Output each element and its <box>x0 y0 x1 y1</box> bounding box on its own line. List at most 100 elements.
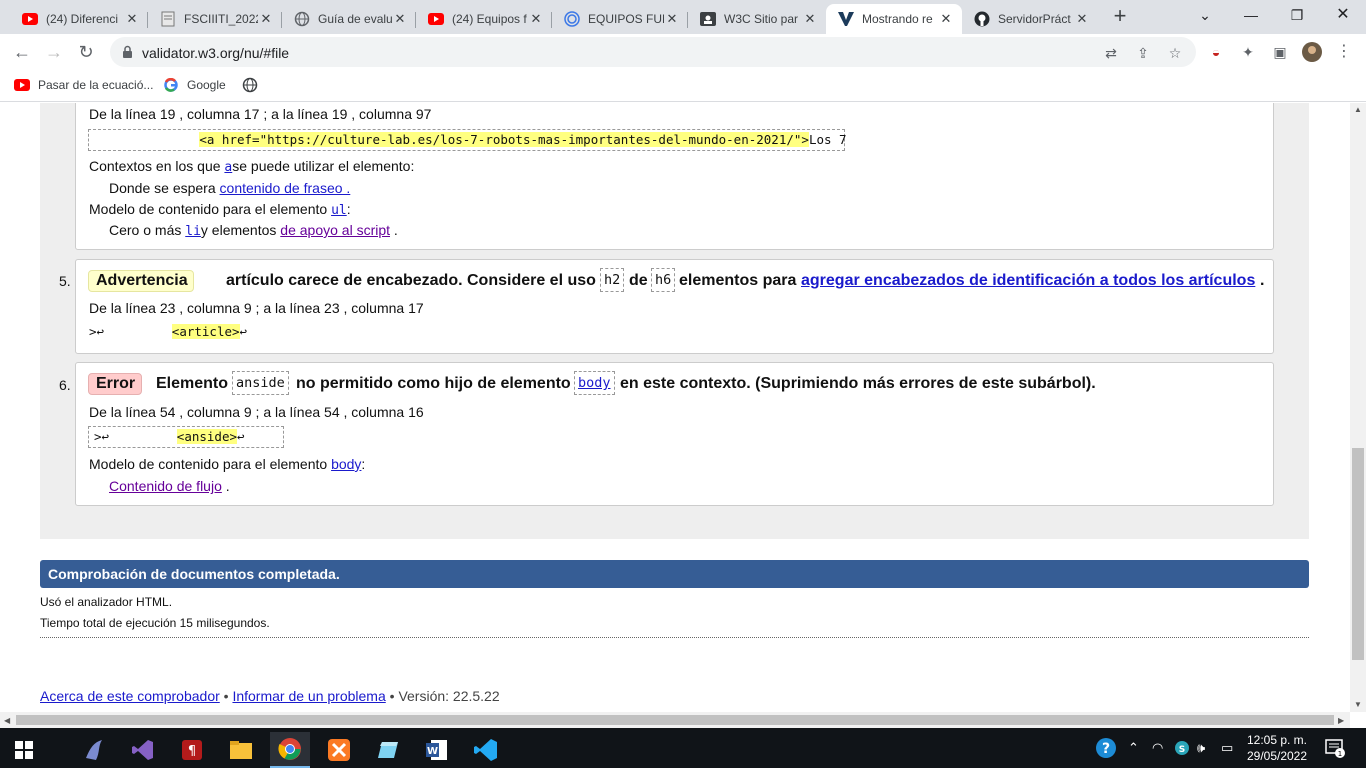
close-icon[interactable]: ✕ <box>392 11 408 27</box>
element-body-link[interactable]: body <box>331 456 361 472</box>
close-icon[interactable]: ✕ <box>1074 11 1090 27</box>
minimize-button[interactable]: — <box>1228 0 1274 30</box>
help-icon[interactable]: ? <box>1095 737 1117 762</box>
wifi-icon[interactable]: ◠ <box>1152 740 1163 756</box>
tab-title: Mostrando re <box>862 12 933 26</box>
forward-arrow-icon[interactable]: → <box>40 38 68 66</box>
lock-icon[interactable] <box>122 45 133 64</box>
contexts-value: Donde se espera contenido de fraseo . <box>109 180 351 196</box>
translate-icon[interactable]: ⇄ <box>1102 44 1120 62</box>
error-badge: Error <box>88 373 142 395</box>
vertical-scroll-thumb[interactable] <box>1352 448 1364 660</box>
vscode-icon[interactable] <box>466 732 506 768</box>
svg-text:S: S <box>1179 745 1185 755</box>
code-extract: >↩ <anside>↩ <box>88 426 284 448</box>
close-window-button[interactable]: ✕ <box>1320 0 1366 30</box>
report-problem-link[interactable]: Informar de un problema <box>232 688 385 704</box>
phrasing-content-link[interactable]: contenido de fraseo <box>220 180 343 196</box>
battery-icon[interactable]: ▭ <box>1221 740 1233 756</box>
message-location: De la línea 54 , columna 9 ; a la línea … <box>89 404 424 420</box>
tab-github[interactable]: ServidorPráct ✕ <box>962 4 1098 34</box>
app-shark-icon[interactable] <box>74 732 114 768</box>
code-tail: Los 7 <box>808 132 847 147</box>
side-panel-icon[interactable]: ▣ <box>1270 42 1290 62</box>
warning-text-c: elementos para <box>679 272 797 289</box>
avatar[interactable] <box>1302 42 1322 62</box>
bookmark-star-icon[interactable]: ☆ <box>1166 44 1184 62</box>
about-link[interactable]: Acerca de este comprobador <box>40 688 220 704</box>
scroll-right-icon[interactable]: ▶ <box>1338 716 1344 725</box>
error-text-b: no permitido como hijo de elemento <box>296 375 571 392</box>
bookmark-pasar[interactable]: Pasar de la ecuació... <box>14 77 153 93</box>
close-icon[interactable]: ✕ <box>258 11 274 27</box>
close-icon[interactable]: ✕ <box>124 11 140 27</box>
headings-link[interactable]: agregar encabezados de identificación a … <box>801 272 1255 290</box>
svg-text:1: 1 <box>1338 750 1342 758</box>
tab-guia[interactable]: Guía de evalu ✕ <box>282 4 416 34</box>
script-supporting-link[interactable]: de apoyo al script <box>280 222 390 238</box>
bookmark-label: Pasar de la ecuació... <box>38 78 154 92</box>
volume-icon[interactable]: 🕪 <box>1197 740 1205 756</box>
reload-icon[interactable]: ↻ <box>72 38 100 66</box>
tab-validator-active[interactable]: Mostrando re ✕ <box>826 4 962 34</box>
app-cube-icon[interactable] <box>368 732 408 768</box>
extension-shield-icon[interactable]: ◒ <box>1206 42 1226 62</box>
sync-app-icon[interactable]: S <box>1174 740 1190 759</box>
scroll-up-icon[interactable]: ▲ <box>1354 105 1362 114</box>
vertical-scrollbar[interactable]: ▲ ▼ <box>1350 103 1366 712</box>
divider <box>40 637 1309 638</box>
xampp-icon[interactable] <box>319 732 359 768</box>
restore-button[interactable]: ❐ <box>1274 0 1320 30</box>
word-icon[interactable]: W <box>417 732 457 768</box>
app-red-icon[interactable]: ¶ <box>172 732 212 768</box>
tab-youtube-equipos[interactable]: (24) Equipos f ✕ <box>416 4 552 34</box>
extensions-puzzle-icon[interactable]: ✦ <box>1238 42 1258 62</box>
close-icon[interactable]: ✕ <box>938 11 954 27</box>
warning-text-a: artículo carece de encabezado. Considere… <box>226 272 596 289</box>
code-body-link[interactable]: body <box>574 371 615 395</box>
bookmark-globe[interactable] <box>242 77 266 93</box>
tab-fsciiiti[interactable]: FSCIIITI_2022 ✕ <box>148 4 282 34</box>
warning-badge: Advertencia <box>88 270 194 292</box>
notifications-icon[interactable]: 1 <box>1325 738 1345 761</box>
close-icon[interactable]: ✕ <box>528 11 544 27</box>
close-icon[interactable]: ✕ <box>664 11 680 27</box>
bookmark-label: Google <box>187 78 226 92</box>
chrome-icon[interactable] <box>270 732 310 768</box>
windows-start-icon[interactable] <box>4 732 44 768</box>
target-icon <box>564 11 580 27</box>
code-anside: anside <box>232 371 289 395</box>
file-explorer-icon[interactable] <box>221 732 261 768</box>
flow-content-link[interactable]: Contenido de flujo <box>109 478 222 494</box>
message-location: De la línea 19 , columna 17 ; a la línea… <box>89 106 432 122</box>
message-number: 6. <box>59 377 71 393</box>
tab-title: (24) Equipos f <box>452 12 527 26</box>
system-clock[interactable]: 12:05 p. m. 29/05/2022 <box>1242 732 1312 764</box>
tab-equipos-fun[interactable]: EQUIPOS FUN ✕ <box>552 4 688 34</box>
back-arrow-icon[interactable]: ← <box>8 38 36 66</box>
bookmark-google[interactable]: Google <box>163 77 226 93</box>
scroll-down-icon[interactable]: ▼ <box>1354 700 1362 709</box>
horizontal-scrollbar[interactable]: ◀ ▶ <box>0 712 1350 728</box>
horizontal-scroll-thumb[interactable] <box>16 715 1334 725</box>
tab-w3c[interactable]: W3C Sitio par ✕ <box>688 4 826 34</box>
tab-title: Guía de evalu <box>318 12 392 26</box>
menu-kebab-icon[interactable]: ⋮ <box>1334 42 1354 62</box>
tab-youtube-diferencia[interactable]: (24) Diferenci ✕ <box>10 4 148 34</box>
share-icon[interactable]: ⇪ <box>1134 44 1152 62</box>
tray-chevron-up-icon[interactable]: ⌃ <box>1128 740 1139 756</box>
new-tab-button[interactable]: + <box>1108 4 1132 30</box>
code-extract: >↩ <article>↩ <box>89 324 248 339</box>
address-bar[interactable]: validator.w3.org/nu/#file ⇄ ⇪ ☆ <box>110 37 1196 67</box>
close-icon[interactable]: ✕ <box>802 11 818 27</box>
visual-studio-icon[interactable] <box>123 732 163 768</box>
tab-title: FSCIIITI_2022 <box>184 12 258 26</box>
clock-date: 29/05/2022 <box>1246 749 1308 763</box>
scroll-left-icon[interactable]: ◀ <box>4 716 10 725</box>
element-ul-link[interactable]: ul <box>331 203 347 218</box>
tab-search-chevron-icon[interactable]: ⌄ <box>1182 0 1228 30</box>
w3c-icon <box>700 11 716 27</box>
tab-title: ServidorPráct <box>998 12 1071 26</box>
element-li-link[interactable]: li <box>185 224 201 239</box>
youtube-icon <box>22 11 38 27</box>
